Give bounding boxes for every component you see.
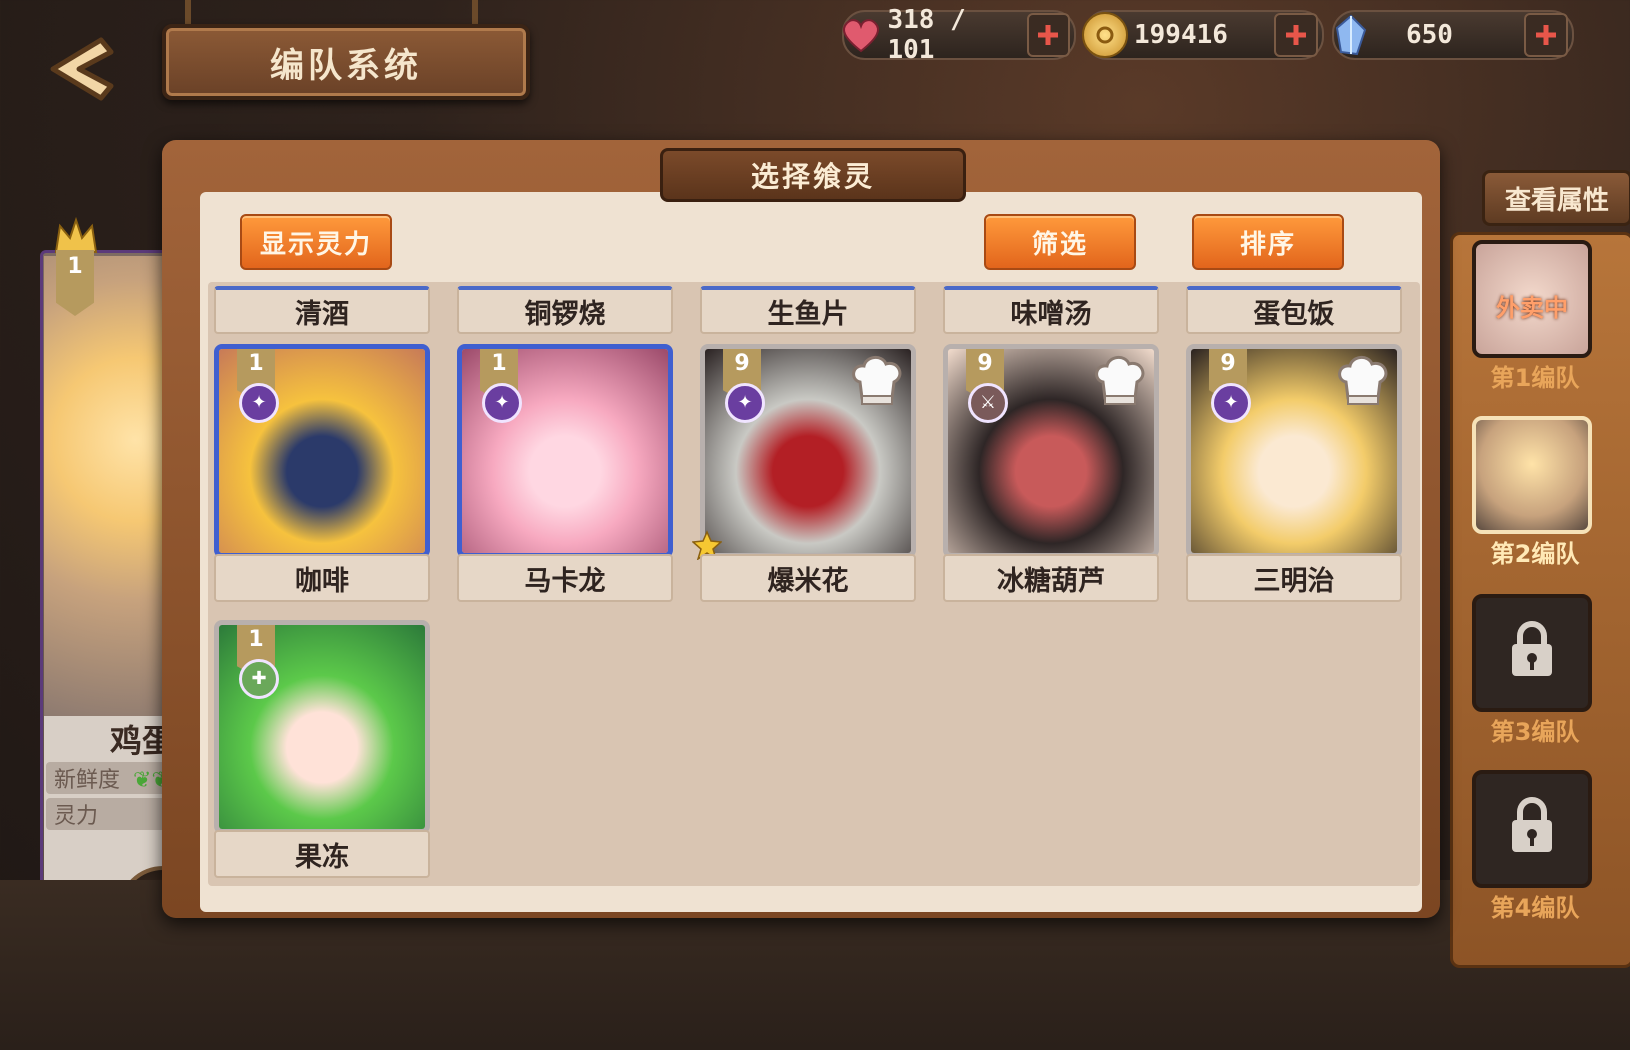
team-4-label[interactable]: 第4编队: [1460, 888, 1610, 923]
spirit-name: 三明治: [1186, 554, 1402, 602]
stamina-resource: 318 / 101: [840, 5, 1076, 65]
view-attributes-button[interactable]: 查看属性: [1482, 170, 1630, 226]
team-3-label[interactable]: 第3编队: [1460, 712, 1610, 747]
sword-badge-icon: ⚔: [968, 383, 1008, 423]
spirit-name: 咖啡: [214, 554, 430, 602]
gold-value: 199416: [1134, 20, 1228, 50]
star-badge-icon: ✦: [239, 383, 279, 423]
chef-hat-icon: [1090, 351, 1150, 411]
panel-title: 选择飨灵: [660, 148, 966, 202]
spirit-name: 果冻: [214, 830, 430, 878]
spirit-card[interactable]: 1 ✚ 果冻: [214, 620, 430, 890]
chef-hat-icon: [847, 351, 907, 411]
sort-button[interactable]: 排序: [1192, 214, 1344, 270]
add-stamina-button[interactable]: [1026, 13, 1070, 57]
team-2-label[interactable]: 第2编队: [1460, 534, 1610, 569]
gold-resource: 199416: [1082, 10, 1324, 60]
spirit-portrait-frame[interactable]: 1 ✦: [457, 344, 673, 558]
plus-icon: [1536, 25, 1556, 45]
spirit-portrait-frame[interactable]: 9 ✦: [1186, 344, 1402, 558]
power-label: 灵力: [54, 804, 99, 829]
spirit-name-top[interactable]: 生鱼片: [700, 286, 916, 334]
character-level-banner: 1: [56, 250, 94, 316]
team-4-slot[interactable]: [1472, 770, 1592, 888]
spirit-card[interactable]: 9 ✦ 爆米花: [691, 344, 916, 614]
character-level: 1: [67, 254, 83, 279]
add-crystal-button[interactable]: [1524, 13, 1568, 57]
spirit-portrait-frame[interactable]: 9 ✦: [700, 344, 916, 558]
crystal-icon: [1330, 14, 1372, 56]
crystal-value: 650: [1406, 20, 1453, 50]
add-gold-button[interactable]: [1274, 13, 1318, 57]
team-1-slot[interactable]: 外卖中: [1472, 240, 1592, 358]
plus-icon: [1286, 25, 1306, 45]
show-power-button[interactable]: 显示灵力: [240, 214, 392, 270]
spirit-card[interactable]: 9 ⚔ 冰糖葫芦: [943, 344, 1159, 614]
star-badge-icon: ✦: [482, 383, 522, 423]
plus-icon: [1038, 25, 1059, 45]
rope-decoration: [472, 0, 478, 26]
back-button[interactable]: [38, 30, 134, 108]
team-3-slot[interactable]: [1472, 594, 1592, 712]
star-badge-icon: ✦: [1211, 383, 1251, 423]
spirit-card[interactable]: 9 ✦ 三明治: [1186, 344, 1402, 614]
lock-icon: [1512, 621, 1552, 676]
crystal-resource: 650: [1332, 10, 1574, 60]
team-1-label[interactable]: 第1编队: [1460, 358, 1610, 393]
freshness-label: 新鲜度: [54, 768, 121, 793]
spirit-name: 马卡龙: [457, 554, 673, 602]
back-arrow-icon: [50, 37, 114, 101]
page-title: 编队系统: [162, 24, 530, 100]
spirit-name: 爆米花: [700, 554, 916, 602]
heart-icon: [840, 14, 881, 56]
stamina-value: 318 / 101: [887, 5, 966, 65]
lock-icon: [1512, 797, 1552, 852]
spirit-portrait-frame[interactable]: 1 ✚: [214, 620, 430, 834]
rope-decoration: [185, 0, 191, 26]
spirit-name-top[interactable]: 清酒: [214, 286, 430, 334]
coin-icon: [1082, 12, 1128, 58]
chef-hat-icon: [1333, 351, 1393, 411]
spirit-card[interactable]: 1 ✦ 马卡龙: [457, 344, 673, 614]
spirit-portrait-frame[interactable]: 9 ⚔: [943, 344, 1159, 558]
cross-badge-icon: ✚: [239, 659, 279, 699]
spirit-name-top[interactable]: 蛋包饭: [1186, 286, 1402, 334]
spirit-portrait-frame[interactable]: 1 ✦: [214, 344, 430, 558]
team-2-slot[interactable]: [1472, 416, 1592, 534]
spirit-card[interactable]: 1 ✦ 咖啡: [214, 344, 430, 614]
team-1-status: 外卖中: [1496, 294, 1568, 322]
spirit-name: 冰糖葫芦: [943, 554, 1159, 602]
filter-button[interactable]: 筛选: [984, 214, 1136, 270]
star-badge-icon: ✦: [725, 383, 765, 423]
spirit-name-top[interactable]: 味噌汤: [943, 286, 1159, 334]
spirit-name-top[interactable]: 铜锣烧: [457, 286, 673, 334]
